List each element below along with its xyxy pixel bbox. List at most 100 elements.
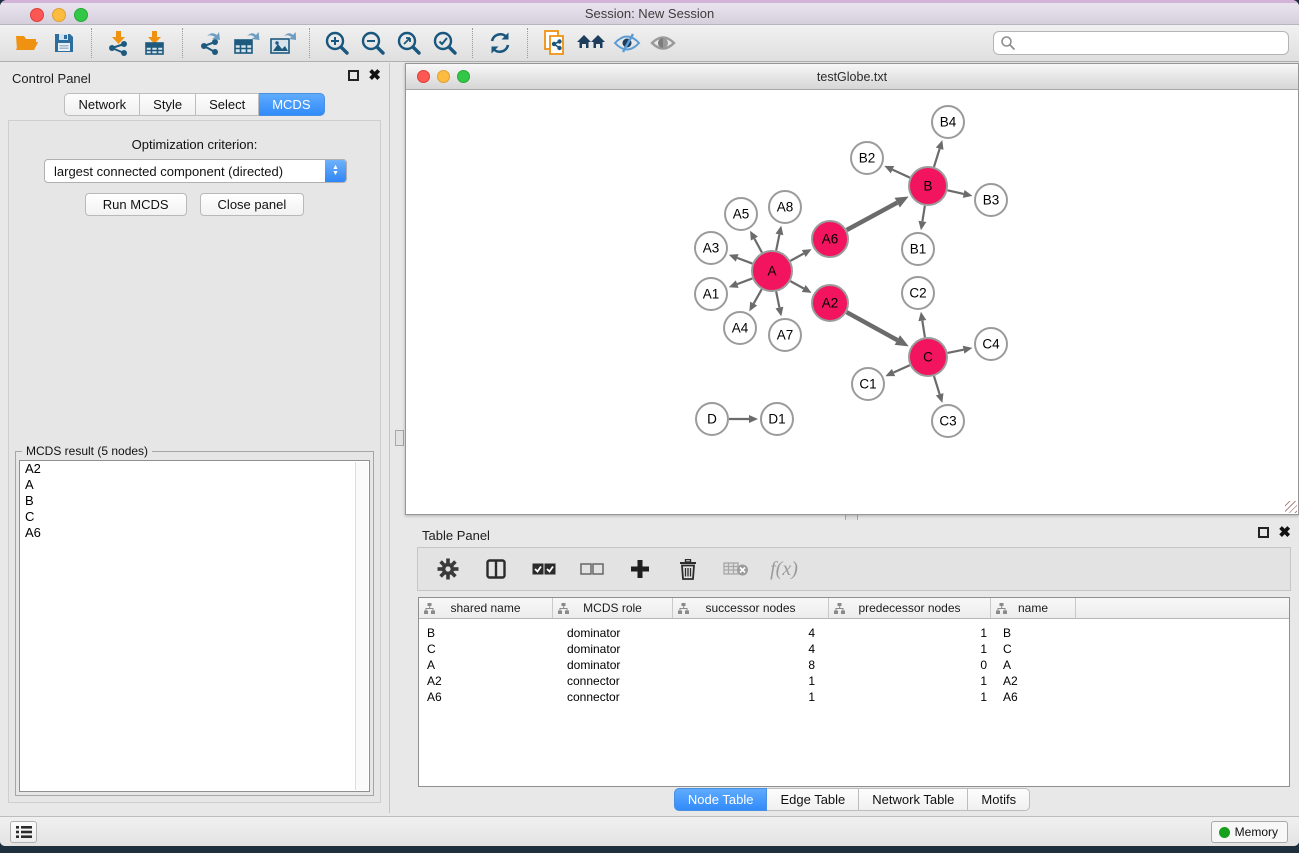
hide-eye-icon[interactable] (609, 27, 645, 59)
graph-edge-C-C1[interactable] (894, 365, 910, 372)
graph-node-D[interactable]: D (696, 403, 728, 435)
home-networks-icon[interactable] (573, 27, 609, 59)
table-cell[interactable]: 8 (673, 657, 829, 673)
column-header-name[interactable]: name (991, 598, 1076, 618)
close-panel-button[interactable]: Close panel (200, 193, 305, 216)
table-cell[interactable]: C (419, 641, 553, 657)
tab-node-table[interactable]: Node Table (674, 788, 768, 811)
table-row[interactable]: Cdominator41C (419, 641, 1289, 657)
function-icon[interactable]: f(x) (770, 553, 798, 585)
graph-node-B4[interactable]: B4 (932, 106, 964, 138)
deselect-all-icon[interactable] (578, 553, 606, 585)
minimize-window-button[interactable] (52, 8, 66, 22)
delete-icon[interactable] (674, 553, 702, 585)
mcds-result-item[interactable]: C (20, 509, 369, 525)
graph-edge-A-A4[interactable] (754, 289, 762, 303)
graph-node-C[interactable]: C (909, 338, 947, 376)
table-cell[interactable]: B (419, 625, 553, 641)
graph-node-C1[interactable]: C1 (852, 368, 884, 400)
graph-node-B2[interactable]: B2 (851, 142, 883, 174)
table-row[interactable]: Adominator80A (419, 657, 1289, 673)
memory-button[interactable]: Memory (1211, 821, 1288, 843)
gear-icon[interactable] (434, 553, 462, 585)
table-cell[interactable]: A2 (991, 673, 1076, 689)
table-cell[interactable]: dominator (553, 657, 673, 673)
graph-edge-B-B1[interactable] (922, 206, 924, 222)
tab-network[interactable]: Network (64, 93, 140, 116)
table-cell[interactable]: 1 (673, 673, 829, 689)
table-cell[interactable]: A2 (419, 673, 553, 689)
mcds-result-item[interactable]: A2 (20, 461, 369, 477)
table-cell[interactable]: A6 (991, 689, 1076, 705)
duplicate-network-icon[interactable] (537, 27, 573, 59)
add-column-icon[interactable] (626, 553, 654, 585)
table-cell[interactable]: connector (553, 673, 673, 689)
table-cell[interactable]: 1 (829, 625, 991, 641)
graph-node-A6[interactable]: A6 (812, 221, 848, 257)
graph-edge-A-A1[interactable] (737, 278, 752, 284)
mcds-result-item[interactable]: A (20, 477, 369, 493)
graph-node-C2[interactable]: C2 (902, 277, 934, 309)
column-header-shared-name[interactable]: shared name (419, 598, 553, 618)
float-panel-icon[interactable] (348, 70, 359, 81)
tab-motifs[interactable]: Motifs (968, 788, 1030, 811)
table-cell[interactable]: B (991, 625, 1076, 641)
network-canvas[interactable]: AA1A2A3A4A5A6A7A8BB1B2B3B4CC1C2C3C4DD1 (406, 90, 1298, 514)
graph-node-A4[interactable]: A4 (724, 312, 756, 344)
zoom-selected-icon[interactable] (427, 27, 463, 59)
tab-style[interactable]: Style (140, 93, 196, 116)
graph-edge-A6-B[interactable] (847, 203, 898, 230)
export-table-icon[interactable] (228, 27, 264, 59)
graph-node-B3[interactable]: B3 (975, 184, 1007, 216)
table-row[interactable]: Bdominator41B (419, 625, 1289, 641)
graph-node-B1[interactable]: B1 (902, 233, 934, 265)
graph-node-A3[interactable]: A3 (695, 232, 727, 264)
refresh-icon[interactable] (482, 27, 518, 59)
show-eye-icon[interactable] (645, 27, 681, 59)
graph-edge-A2-C[interactable] (847, 312, 898, 340)
delete-table-icon[interactable] (722, 553, 750, 585)
run-mcds-button[interactable]: Run MCDS (85, 193, 187, 216)
graph-node-A5[interactable]: A5 (725, 198, 757, 230)
task-history-button[interactable] (10, 821, 37, 843)
import-table-icon[interactable] (137, 27, 173, 59)
table-cell[interactable]: C (991, 641, 1076, 657)
table-row[interactable]: A2connector11A2 (419, 673, 1289, 689)
graph-node-D1[interactable]: D1 (761, 403, 793, 435)
export-network-icon[interactable] (192, 27, 228, 59)
frame-close-button[interactable] (417, 70, 430, 83)
search-field[interactable] (993, 31, 1289, 55)
table-row[interactable]: A6connector11A6 (419, 689, 1289, 705)
export-image-icon[interactable] (264, 27, 300, 59)
resize-grip-icon[interactable] (1285, 501, 1297, 513)
network-frame-titlebar[interactable]: testGlobe.txt (406, 64, 1298, 90)
table-cell[interactable]: 1 (829, 673, 991, 689)
graph-node-A1[interactable]: A1 (695, 278, 727, 310)
table-cell[interactable]: 1 (829, 641, 991, 657)
graph-edge-A-A2[interactable] (790, 281, 803, 288)
graph-node-A2[interactable]: A2 (812, 285, 848, 321)
vertical-splitter-handle[interactable] (395, 430, 404, 446)
graph-edge-A-A6[interactable] (790, 253, 803, 260)
graph-edge-A-A7[interactable] (776, 292, 779, 308)
graph-node-A[interactable]: A (752, 251, 792, 291)
scrollbar[interactable] (355, 462, 368, 790)
column-header-MCDS-role[interactable]: MCDS role (553, 598, 673, 618)
graph-edge-C-C3[interactable] (934, 376, 940, 394)
tab-mcds[interactable]: MCDS (259, 93, 324, 116)
import-network-icon[interactable] (101, 27, 137, 59)
graph-edge-C-C4[interactable] (948, 350, 964, 353)
graph-edge-A-A3[interactable] (737, 258, 752, 264)
zoom-in-icon[interactable] (319, 27, 355, 59)
close-window-button[interactable] (30, 8, 44, 22)
tab-network-table[interactable]: Network Table (859, 788, 968, 811)
graph-node-B[interactable]: B (909, 167, 947, 205)
graph-edge-A-A8[interactable] (776, 234, 779, 250)
zoom-fit-icon[interactable] (391, 27, 427, 59)
frame-zoom-button[interactable] (457, 70, 470, 83)
close-panel-icon[interactable]: ✖ (368, 70, 381, 81)
graph-edge-A-A5[interactable] (754, 239, 762, 253)
table-cell[interactable]: dominator (553, 625, 673, 641)
table-cell[interactable]: 1 (673, 689, 829, 705)
column-header-predecessor-nodes[interactable]: predecessor nodes (829, 598, 991, 618)
